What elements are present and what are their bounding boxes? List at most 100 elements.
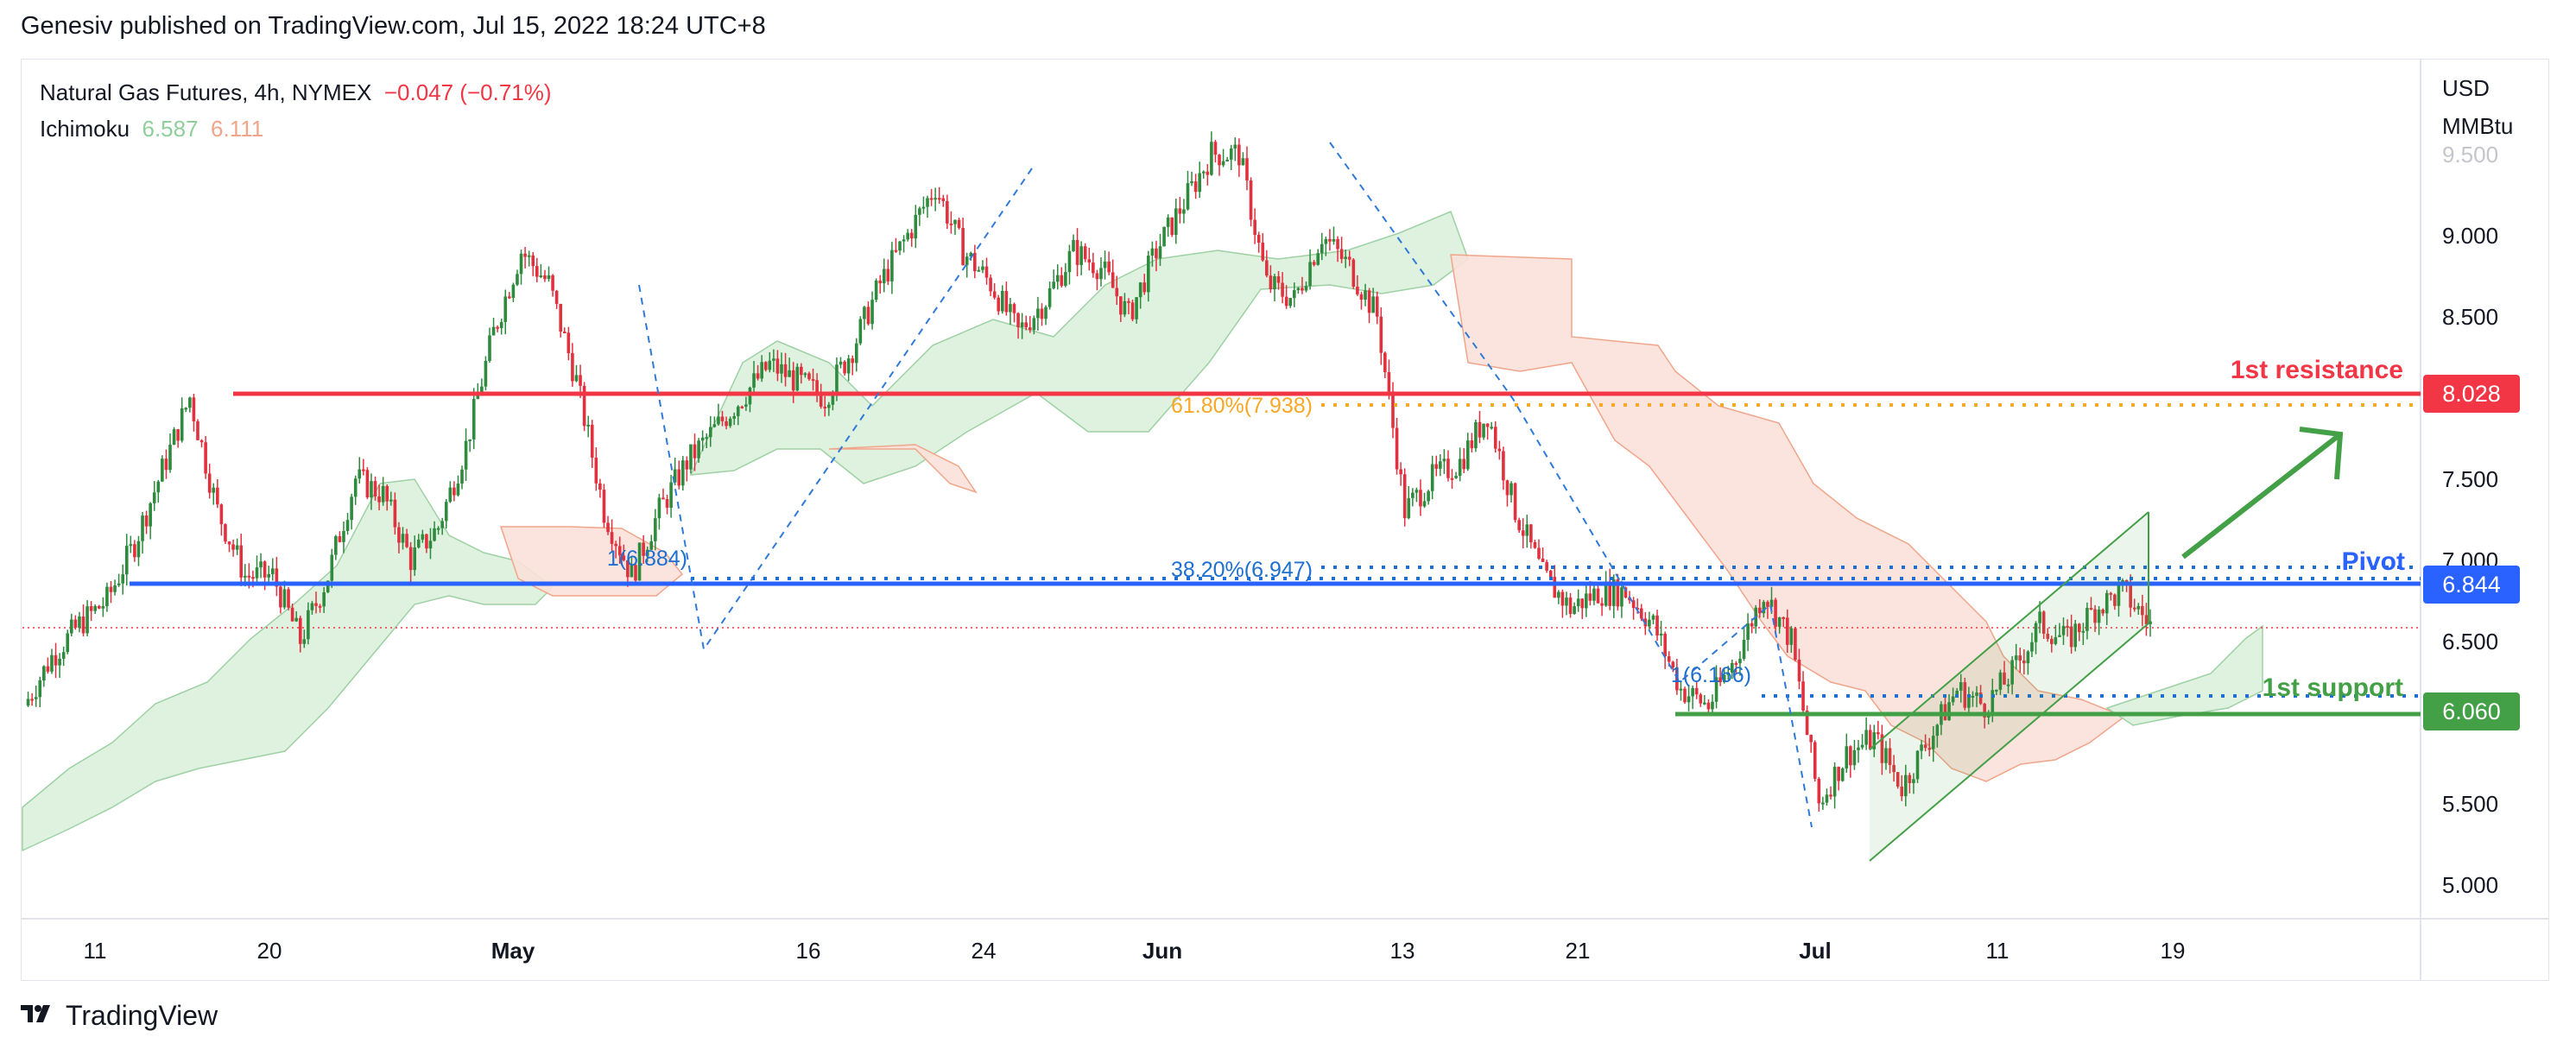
candle-body (1407, 497, 1411, 519)
candle-body (152, 492, 156, 503)
candle-body (1415, 490, 1419, 493)
candle-body (554, 290, 559, 304)
candle-body (700, 437, 705, 441)
symbol-label[interactable]: Natural Gas Futures, 4h, NYMEX (40, 79, 371, 105)
tradingview-logo-icon[interactable] (21, 1003, 55, 1028)
candle-body (1454, 476, 1458, 478)
candle-body (1024, 322, 1029, 328)
projection-arrow[interactable] (2181, 432, 2342, 560)
price-chart[interactable]: 1st resistance Pivot 1st support 61.80%(… (0, 0, 2576, 1056)
candle-body (54, 654, 58, 666)
candle-body (839, 361, 843, 365)
footer-brand[interactable]: TradingView (66, 1000, 218, 1032)
candle-body (906, 232, 909, 240)
candle-body (1568, 598, 1573, 614)
candle-body (1395, 427, 1399, 470)
candle-body (1427, 490, 1430, 502)
candle-body (428, 541, 433, 549)
candle-body (1588, 593, 1592, 601)
candle-body (97, 605, 101, 609)
candle-body (1273, 275, 1276, 290)
candle-body (1785, 617, 1789, 645)
candle-body (464, 440, 468, 470)
candle-body (1253, 219, 1256, 235)
price-axis[interactable]: 9.500 9.000 8.500 7.500 7.000 6.500 5.50… (2442, 142, 2498, 898)
candle-body (1213, 142, 1218, 155)
candle-body (38, 680, 42, 698)
price-tick: 9.000 (2442, 223, 2498, 249)
candle-body (1651, 615, 1655, 620)
candle-body (1371, 296, 1375, 313)
unit-currency: USD (2442, 75, 2490, 101)
candle-body (1565, 598, 1568, 606)
candle-body (926, 198, 929, 207)
candle-body (1490, 427, 1493, 429)
candle-body (1620, 587, 1623, 607)
candle-body (898, 241, 902, 251)
candle-body (1210, 142, 1213, 175)
candle-body (1296, 288, 1301, 291)
candle-body (1174, 208, 1178, 235)
candle-body (1170, 217, 1174, 235)
candle-body (408, 547, 413, 571)
candle-body (1304, 286, 1308, 291)
candle-body (255, 567, 259, 579)
candle-body (66, 633, 70, 653)
candle-body (334, 536, 338, 555)
candle-body (1150, 248, 1155, 256)
candle-body (1324, 238, 1328, 244)
candle-body (362, 469, 365, 471)
candle-body (109, 586, 113, 592)
candle-body (1513, 483, 1517, 521)
candle-body (1560, 591, 1565, 606)
candle-body (1679, 688, 1683, 691)
candle-body (156, 481, 161, 493)
price-label-pivot-text: 6.844 (2442, 572, 2501, 598)
candle-body (1328, 238, 1332, 242)
candle-body (1505, 480, 1510, 496)
candle-body (562, 332, 566, 334)
candle-body (851, 358, 855, 364)
candle-body (1146, 256, 1150, 293)
candle-body (1004, 290, 1009, 313)
candle-body (1221, 161, 1225, 166)
candle-body (124, 546, 129, 575)
cloud-bullish-2 (689, 211, 1469, 484)
candle-body (1482, 423, 1485, 438)
candle-body (977, 269, 981, 272)
candle-body (1000, 290, 1004, 312)
candle-body (929, 198, 934, 200)
candle-body (1794, 628, 1797, 661)
candle-body (310, 603, 314, 610)
candle-body (909, 232, 914, 239)
candle-body (1347, 256, 1351, 260)
time-axis[interactable]: 11 20 May 16 24 Jun 13 21 Jul 11 19 (84, 938, 2186, 964)
candle-body (1837, 767, 1840, 781)
price-label-resistance-text: 8.028 (2442, 381, 2501, 407)
candle-body (389, 499, 393, 502)
candle-body (740, 406, 744, 408)
candle-body (1060, 275, 1064, 286)
candle-body (227, 541, 231, 545)
candle-body (453, 487, 456, 496)
ichimoku-span-b-value: 6.111 (211, 116, 264, 142)
candle-body (1123, 300, 1127, 315)
candle-body (989, 277, 992, 292)
ichimoku-span-a-value: 6.587 (142, 116, 199, 142)
candle-body (1777, 617, 1782, 627)
candle-body (992, 291, 997, 298)
candle-body (547, 275, 551, 280)
candle-body (34, 697, 38, 699)
candle-body (791, 370, 795, 391)
candle-body (559, 303, 563, 332)
candle-body (1592, 588, 1596, 601)
candle-body (1533, 541, 1537, 548)
candle-body (1580, 598, 1585, 609)
candle-body (1115, 288, 1119, 297)
candle-body (314, 603, 318, 606)
candle-body (1857, 747, 1860, 750)
candle-body (586, 424, 590, 427)
candle-body (1600, 603, 1604, 606)
candle-body (1845, 746, 1849, 768)
indicator-name[interactable]: Ichimoku (40, 116, 130, 142)
